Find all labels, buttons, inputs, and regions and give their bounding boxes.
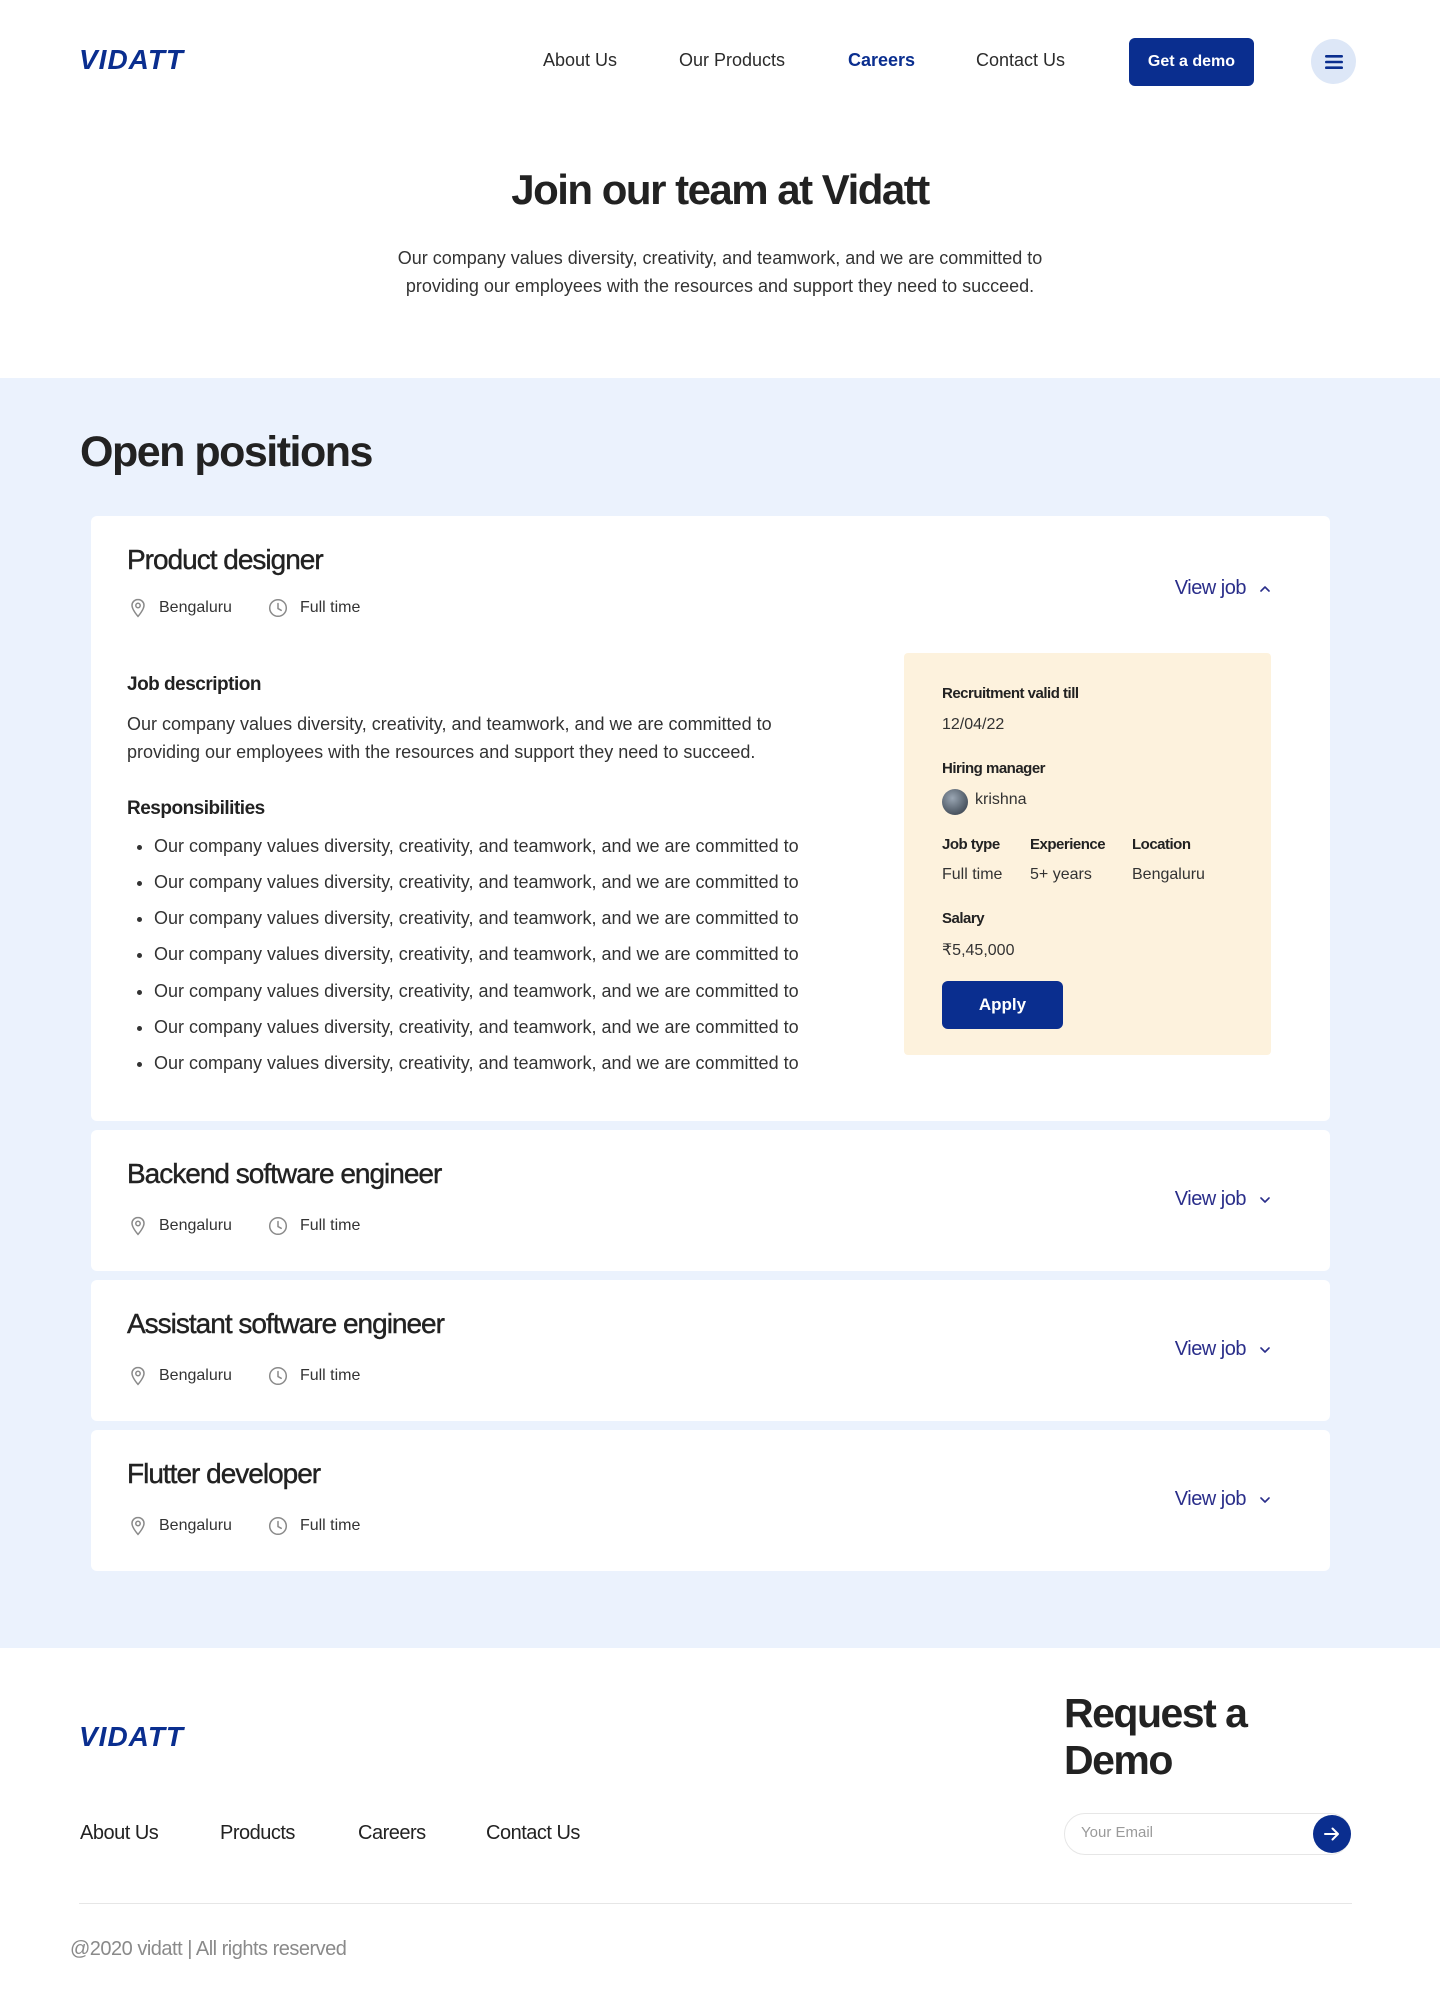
view-job-label: View job <box>1174 1338 1247 1360</box>
job-card-backend-software-engineer: Backend software engineer Bengaluru Full… <box>91 1130 1330 1271</box>
email-field[interactable] <box>1081 1824 1301 1841</box>
job-location-text: Bengaluru <box>159 1517 232 1534</box>
job-location: Bengaluru <box>129 1216 232 1236</box>
location-pin-icon <box>131 1516 145 1536</box>
recruitment-valid-value: 12/04/22 <box>942 716 1005 733</box>
job-meta: Bengaluru Full time <box>129 1516 360 1536</box>
view-job-label: View job <box>1174 1188 1247 1210</box>
menu-button[interactable] <box>1311 39 1356 84</box>
location-pin-icon <box>131 1216 145 1236</box>
footer-divider <box>79 1903 1352 1904</box>
email-field-wrapper <box>1064 1813 1351 1855</box>
avatar <box>942 789 968 815</box>
nav-careers[interactable]: Careers <box>848 50 915 71</box>
job-location-text: Bengaluru <box>159 599 232 616</box>
footer-link-careers[interactable]: Careers <box>358 1822 426 1845</box>
experience-label: Experience <box>1030 836 1106 853</box>
list-item: Our company values diversity, creativity… <box>154 864 799 900</box>
nav-contact-us[interactable]: Contact Us <box>976 50 1065 71</box>
job-type: Full time <box>268 1366 360 1386</box>
recruitment-valid-label: Recruitment valid till <box>942 685 1079 702</box>
job-type-text: Full time <box>299 599 361 616</box>
footer-link-about-us[interactable]: About Us <box>80 1822 159 1845</box>
nav-our-products[interactable]: Our Products <box>679 50 785 71</box>
job-card-assistant-software-engineer: Assistant software engineer Bengaluru Fu… <box>91 1280 1330 1421</box>
chevron-up-icon <box>1260 585 1270 592</box>
job-location-text: Bengaluru <box>159 1367 232 1384</box>
job-type: Full time <box>268 1516 360 1536</box>
submit-email-button[interactable] <box>1313 1815 1351 1853</box>
clock-icon <box>268 1516 288 1536</box>
salary-value: ₹5,45,000 <box>942 942 1015 959</box>
experience-value: 5+ years <box>1030 866 1092 883</box>
page-subtitle: Our company values diversity, creativity… <box>397 248 1043 296</box>
view-job-toggle[interactable]: View job <box>1175 577 1270 600</box>
job-type: Full time <box>268 598 360 618</box>
view-job-toggle[interactable]: View job <box>1175 1488 1270 1511</box>
page-title: Join our team at Vidatt <box>511 166 930 213</box>
job-location-text: Bengaluru <box>159 1217 232 1234</box>
footer-link-contact-us[interactable]: Contact Us <box>486 1822 580 1845</box>
get-a-demo-button[interactable]: Get a demo <box>1129 38 1254 86</box>
hiring-manager-label: Hiring manager <box>942 760 1046 777</box>
job-title: Product designer <box>127 544 324 575</box>
vidatt-logo[interactable]: VIDATT <box>79 1721 184 1753</box>
location-pin-icon <box>131 598 145 618</box>
job-details-panel: Recruitment valid till 12/04/22 Hiring m… <box>904 653 1271 1055</box>
nav-about-us[interactable]: About Us <box>543 50 617 71</box>
job-title: Backend software engineer <box>127 1158 443 1189</box>
chevron-down-icon <box>1260 1196 1270 1203</box>
list-item: Our company values diversity, creativity… <box>154 900 799 936</box>
job-card-product-designer: Product designer Bengaluru Full time Vie… <box>91 516 1330 1121</box>
job-type: Full time <box>268 1216 360 1236</box>
view-job-label: View job <box>1174 1488 1247 1510</box>
hamburger-icon <box>1324 54 1343 69</box>
copyright-text: @2020 vidatt | All rights reserved <box>70 1938 347 1960</box>
site-header: VIDATT About Us Our Products Careers Con… <box>0 0 1440 124</box>
job-type-text: Full time <box>299 1517 361 1534</box>
footer-link-products[interactable]: Products <box>220 1822 295 1845</box>
arrow-right-icon <box>1324 1827 1339 1841</box>
job-title: Flutter developer <box>127 1458 322 1489</box>
location-label: Location <box>1132 836 1191 853</box>
job-description-text: Our company values diversity, creativity… <box>127 714 772 762</box>
view-job-label: View job <box>1174 577 1247 599</box>
job-title: Assistant software engineer <box>127 1308 445 1339</box>
list-item: Our company values diversity, creativity… <box>154 828 799 864</box>
job-meta: Bengaluru Full time <box>129 1366 360 1386</box>
hiring-manager-value: krishna <box>975 791 1027 808</box>
vidatt-logo[interactable]: VIDATT <box>79 44 184 76</box>
job-location: Bengaluru <box>129 1366 232 1386</box>
view-job-toggle[interactable]: View job <box>1175 1338 1270 1361</box>
chevron-down-icon <box>1260 1496 1270 1503</box>
job-meta: Bengaluru Full time <box>129 1216 360 1236</box>
job-description-heading: Job description <box>127 674 261 695</box>
job-type-label: Job type <box>942 836 1000 853</box>
view-job-toggle[interactable]: View job <box>1175 1188 1270 1211</box>
clock-icon <box>268 1366 288 1386</box>
job-meta: Bengaluru Full time <box>129 598 360 618</box>
location-pin-icon <box>131 1366 145 1386</box>
responsibilities-heading: Responsibilities <box>127 798 265 819</box>
clock-icon <box>268 1216 288 1236</box>
job-location: Bengaluru <box>129 1516 232 1536</box>
job-location: Bengaluru <box>129 598 232 618</box>
clock-icon <box>268 598 288 618</box>
job-type-text: Full time <box>299 1367 361 1384</box>
job-card-flutter-developer: Flutter developer Bengaluru Full time Vi… <box>91 1430 1330 1571</box>
list-item: Our company values diversity, creativity… <box>154 1009 799 1045</box>
request-demo-title: Request a Demo <box>1064 1690 1248 1783</box>
list-item: Our company values diversity, creativity… <box>154 936 799 973</box>
job-type-text: Full time <box>299 1217 361 1234</box>
apply-button[interactable]: Apply <box>942 981 1063 1029</box>
location-value: Bengaluru <box>1132 866 1205 883</box>
job-type-value: Full time <box>942 866 1003 883</box>
open-positions-title: Open positions <box>80 428 373 476</box>
responsibilities-list: Our company values diversity, creativity… <box>154 828 799 1081</box>
chevron-down-icon <box>1260 1346 1270 1353</box>
list-item: Our company values diversity, creativity… <box>154 973 799 1009</box>
list-item: Our company values diversity, creativity… <box>154 1045 799 1081</box>
salary-label: Salary <box>942 910 985 927</box>
